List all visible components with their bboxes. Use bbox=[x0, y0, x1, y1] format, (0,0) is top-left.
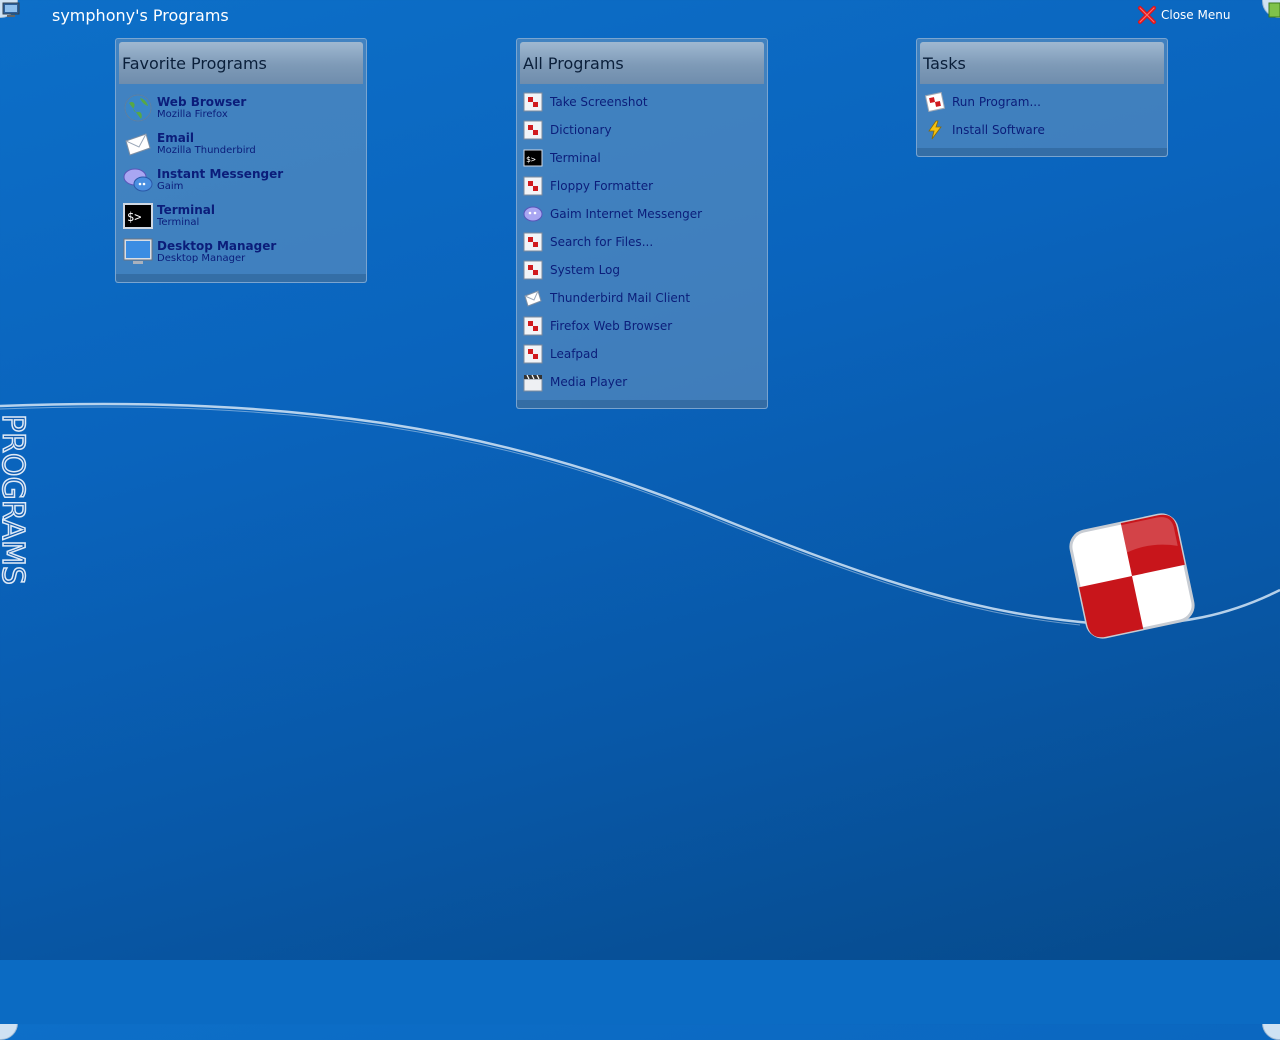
app-icon bbox=[523, 344, 543, 364]
favorite-item-instant-messenger[interactable]: Instant Messenger Gaim bbox=[122, 162, 360, 198]
program-item-label: Floppy Formatter bbox=[550, 179, 654, 193]
app-icon bbox=[523, 92, 543, 112]
app-icon bbox=[523, 316, 543, 336]
favorite-item-subtitle: Desktop Manager bbox=[157, 252, 246, 264]
app-icon bbox=[523, 260, 543, 280]
envelope-icon bbox=[125, 133, 151, 156]
monitor-icon bbox=[123, 238, 153, 264]
favorite-item-web-browser[interactable]: Web Browser Mozilla Firefox bbox=[122, 90, 360, 126]
favorite-item-name: Instant Messenger bbox=[157, 166, 284, 181]
favorite-item-name: Desktop Manager bbox=[157, 238, 277, 253]
program-item-label: Firefox Web Browser bbox=[550, 319, 673, 333]
favorite-item-desktop-manager[interactable]: Desktop Manager Desktop Manager bbox=[122, 234, 360, 270]
program-item-label: Search for Files... bbox=[550, 235, 654, 249]
programs-side-label: PROGRAMS bbox=[0, 413, 31, 585]
program-item-label: Dictionary bbox=[550, 123, 612, 137]
program-item-leafpad[interactable]: Leafpad bbox=[523, 340, 761, 368]
tasks-title: Tasks bbox=[920, 42, 1164, 84]
task-item-run-program[interactable]: Run Program... bbox=[925, 88, 1161, 116]
panel-footer bbox=[116, 274, 366, 282]
program-item-label: Gaim Internet Messenger bbox=[550, 207, 703, 221]
distribution-logo-icon bbox=[1069, 513, 1195, 639]
document-icon bbox=[1268, 2, 1280, 18]
favorite-item-email[interactable]: Email Mozilla Thunderbird bbox=[122, 126, 360, 162]
tasks-panel: Tasks Run Program... Install Software bbox=[916, 38, 1168, 157]
favorite-item-subtitle: Mozilla Thunderbird bbox=[157, 144, 256, 156]
program-item-label: Take Screenshot bbox=[550, 95, 648, 109]
favorite-item-name: Web Browser bbox=[157, 94, 247, 109]
program-item-label: System Log bbox=[550, 263, 620, 277]
close-menu-label: Close Menu bbox=[1161, 8, 1231, 22]
app-icon bbox=[523, 120, 543, 140]
program-item-dictionary[interactable]: Dictionary bbox=[523, 116, 761, 144]
computer-icon bbox=[2, 2, 20, 17]
program-item-take-screenshot[interactable]: Take Screenshot bbox=[523, 88, 761, 116]
favorite-item-subtitle: Terminal bbox=[157, 216, 200, 228]
task-item-install-software[interactable]: Install Software bbox=[925, 116, 1161, 144]
chat-icon bbox=[123, 168, 153, 192]
panel-footer bbox=[917, 148, 1167, 156]
all-programs-title: All Programs bbox=[520, 42, 764, 84]
globe-icon bbox=[124, 94, 152, 122]
terminal-icon: $> bbox=[123, 203, 153, 229]
envelope-icon bbox=[524, 290, 542, 307]
app-icon bbox=[523, 232, 543, 252]
program-item-gaim-internet-messenger[interactable]: Gaim Internet Messenger bbox=[523, 200, 761, 228]
terminal-icon: $> bbox=[523, 149, 543, 167]
program-item-media-player[interactable]: Media Player bbox=[523, 368, 761, 396]
clapperboard-icon bbox=[523, 374, 543, 392]
favorite-programs-panel: Favorite Programs Web Browser Mozilla Fi… bbox=[115, 38, 367, 283]
favorite-item-name: Email bbox=[157, 130, 195, 145]
favorite-item-name: Terminal bbox=[157, 202, 216, 217]
favorite-item-subtitle: Gaim bbox=[157, 180, 184, 192]
svg-text:$>: $> bbox=[127, 210, 141, 224]
panel-footer bbox=[517, 400, 767, 408]
menu-title: symphony's Programs bbox=[52, 6, 229, 25]
task-item-label: Run Program... bbox=[952, 95, 1041, 109]
program-item-firefox-web-browser[interactable]: Firefox Web Browser bbox=[523, 312, 761, 340]
computer-corner-button[interactable] bbox=[0, 0, 20, 18]
close-menu-button[interactable]: Close Menu bbox=[1137, 6, 1230, 24]
favorite-item-subtitle: Mozilla Firefox bbox=[157, 108, 228, 120]
chat-icon bbox=[523, 206, 543, 222]
all-programs-panel: All Programs Take Screenshot Dictionary … bbox=[516, 38, 768, 409]
svg-text:$>: $> bbox=[526, 155, 536, 164]
favorite-programs-title: Favorite Programs bbox=[119, 42, 363, 84]
run-icon bbox=[925, 92, 945, 112]
program-item-label: Terminal bbox=[550, 151, 601, 165]
program-item-floppy-formatter[interactable]: Floppy Formatter bbox=[523, 172, 761, 200]
program-item-search-for-files[interactable]: Search for Files... bbox=[523, 228, 761, 256]
program-item-label: Media Player bbox=[550, 375, 628, 389]
close-icon bbox=[1138, 6, 1156, 24]
app-icon bbox=[523, 176, 543, 196]
program-item-system-log[interactable]: System Log bbox=[523, 256, 761, 284]
program-item-terminal[interactable]: $> Terminal bbox=[523, 144, 761, 172]
task-item-label: Install Software bbox=[952, 123, 1045, 137]
favorite-item-terminal[interactable]: $> Terminal Terminal bbox=[122, 198, 360, 234]
program-item-thunderbird-mail-client[interactable]: Thunderbird Mail Client bbox=[523, 284, 761, 312]
program-item-label: Leafpad bbox=[550, 347, 599, 361]
program-item-label: Thunderbird Mail Client bbox=[550, 291, 691, 305]
taskbar bbox=[0, 960, 1280, 1024]
documents-corner-button[interactable] bbox=[1262, 0, 1280, 18]
lightning-icon bbox=[928, 120, 942, 140]
